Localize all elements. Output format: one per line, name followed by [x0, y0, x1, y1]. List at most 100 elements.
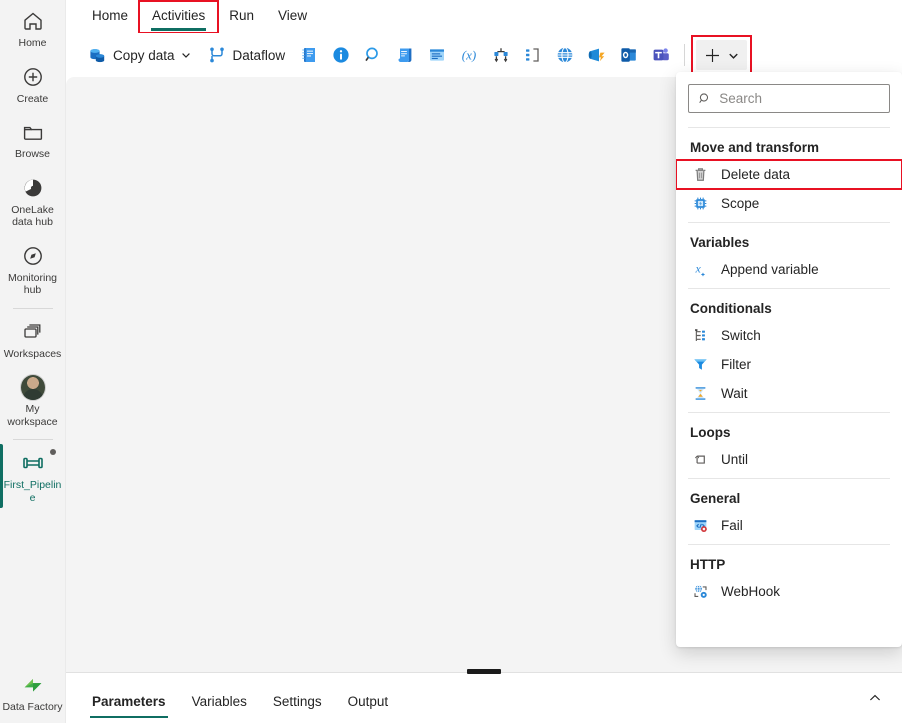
get-metadata-activity-button[interactable]: [326, 39, 356, 71]
flyout-item-scope[interactable]: Scope: [676, 189, 902, 218]
scope-icon: [690, 194, 710, 214]
collapse-panel-button[interactable]: [864, 687, 886, 709]
avatar: [19, 373, 46, 401]
until-icon: [690, 450, 710, 470]
bottom-tab-label: Variables: [191, 694, 247, 709]
tab-label: View: [278, 7, 308, 23]
flyout-divider-5: [688, 478, 890, 479]
monitoring-icon: [20, 243, 46, 269]
search-icon: [699, 93, 709, 103]
set-variable-activity-button[interactable]: (x): [454, 39, 484, 71]
script-icon: [395, 45, 415, 65]
data-factory-icon: [20, 672, 46, 698]
flyout-item-label: Filter: [721, 357, 751, 372]
copy-data-button[interactable]: Copy data: [80, 39, 198, 71]
stored-procedure-activity-button[interactable]: [422, 39, 452, 71]
append-variable-icon: x: [690, 260, 710, 280]
flyout-group-title-http: HTTP: [690, 557, 726, 572]
script-activity-button[interactable]: [390, 39, 420, 71]
tab-home[interactable]: Home: [80, 2, 140, 32]
copy-data-label: Copy data: [113, 47, 175, 63]
flyout-item-label: Delete data: [721, 167, 791, 182]
fail-icon: [690, 516, 710, 536]
bottom-tab-settings[interactable]: Settings: [261, 681, 334, 723]
get-metadata-icon: [331, 45, 351, 65]
teams-icon: [651, 45, 671, 65]
flyout-group-title-loops: Loops: [690, 425, 731, 440]
sidebar-item-my-workspace[interactable]: My workspace: [0, 366, 66, 434]
left-nav-rail: Home Create Browse OneLake data hub Moni…: [0, 0, 66, 723]
sidebar-item-first-pipeline[interactable]: First_Pipeline: [0, 442, 66, 510]
onelake-icon: [20, 175, 46, 201]
pipeline-editor-window: Home Create Browse OneLake data hub Moni…: [0, 0, 902, 723]
flyout-item-webhook[interactable]: WebHook: [676, 577, 902, 606]
flyout-item-append-variable[interactable]: x Append variable: [676, 255, 902, 284]
set-variable-icon: (x): [459, 45, 479, 65]
flyout-item-delete-data[interactable]: Delete data: [676, 159, 902, 190]
sidebar-item-label: First_Pipeline: [3, 479, 62, 504]
panel-resize-handle[interactable]: [467, 669, 501, 674]
bottom-tab-bar: Parameters Variables Settings Output: [66, 673, 902, 723]
sidebar-footer-data-factory[interactable]: Data Factory: [0, 664, 66, 723]
lookup-activity-button[interactable]: [358, 39, 388, 71]
notebook-activity-button[interactable]: [294, 39, 324, 71]
workspaces-icon: [20, 319, 46, 345]
bottom-tab-output[interactable]: Output: [336, 681, 401, 723]
bottom-tab-parameters[interactable]: Parameters: [80, 681, 178, 723]
dataflow-icon: [207, 45, 227, 65]
tab-run[interactable]: Run: [217, 2, 266, 32]
if-condition-icon: [523, 45, 543, 65]
pipeline-icon: [20, 450, 46, 476]
flyout-item-filter[interactable]: Filter: [676, 350, 902, 379]
flyout-divider: [688, 127, 890, 128]
tab-label: Home: [92, 7, 129, 23]
if-condition-activity-button[interactable]: [518, 39, 548, 71]
sidebar-item-label: Browse: [14, 148, 50, 160]
web-icon: [555, 45, 575, 65]
flyout-item-switch[interactable]: Switch: [676, 321, 902, 350]
tab-activities[interactable]: Activities: [138, 0, 220, 34]
sidebar-item-monitoring-hub[interactable]: Monitoring hub: [0, 235, 66, 303]
sidebar-item-onelake-data-hub[interactable]: OneLake data hub: [0, 167, 66, 235]
web-activity-button[interactable]: [550, 39, 580, 71]
webhook-icon: [690, 582, 710, 602]
search-input[interactable]: [719, 91, 880, 106]
sidebar-item-workspaces[interactable]: Workspaces: [0, 311, 66, 367]
rail-divider: [12, 307, 53, 309]
filter-icon: [690, 355, 710, 375]
flyout-item-fail[interactable]: Fail: [676, 511, 902, 540]
sidebar-footer-label: Data Factory: [2, 700, 63, 713]
flyout-item-wait[interactable]: Wait: [676, 379, 902, 408]
sidebar-item-home[interactable]: Home: [0, 0, 66, 56]
azure-function-activity-button[interactable]: [582, 39, 612, 71]
rail-divider-2: [12, 439, 53, 440]
sidebar-item-label: Home: [18, 37, 47, 49]
svg-text:x: x: [694, 262, 701, 276]
tab-view[interactable]: View: [266, 2, 319, 32]
home-icon: [20, 8, 46, 34]
sidebar-item-browse[interactable]: Browse: [0, 111, 66, 167]
flyout-item-until[interactable]: Until: [676, 445, 902, 474]
flyout-item-label: WebHook: [721, 584, 781, 599]
outlook-activity-button[interactable]: [614, 39, 644, 71]
sidebar-item-label: Monitoring hub: [7, 271, 58, 297]
bottom-tab-variables[interactable]: Variables: [180, 681, 259, 723]
sidebar-item-create[interactable]: Create: [0, 56, 66, 112]
svg-text:(x): (x): [462, 48, 476, 63]
flyout-divider-3: [688, 288, 890, 289]
teams-activity-button[interactable]: [646, 39, 676, 71]
flyout-group-title-variables: Variables: [690, 235, 750, 250]
stored-procedure-icon: [427, 45, 447, 65]
flyout-search-wrapper: [676, 84, 902, 123]
dataflow-button[interactable]: Dataflow: [200, 39, 293, 71]
flyout-group-title-general: General: [690, 491, 741, 506]
flyout-item-label: Wait: [721, 386, 748, 401]
add-activity-button[interactable]: [696, 40, 748, 70]
bottom-tab-label: Parameters: [92, 694, 166, 709]
kql-activity-button[interactable]: [486, 39, 516, 71]
flyout-divider-4: [688, 412, 890, 413]
search-box[interactable]: [688, 84, 890, 113]
sidebar-item-label: OneLake data hub: [11, 203, 54, 229]
dataflow-label: Dataflow: [232, 47, 286, 63]
unsaved-indicator-dot: [49, 449, 56, 455]
